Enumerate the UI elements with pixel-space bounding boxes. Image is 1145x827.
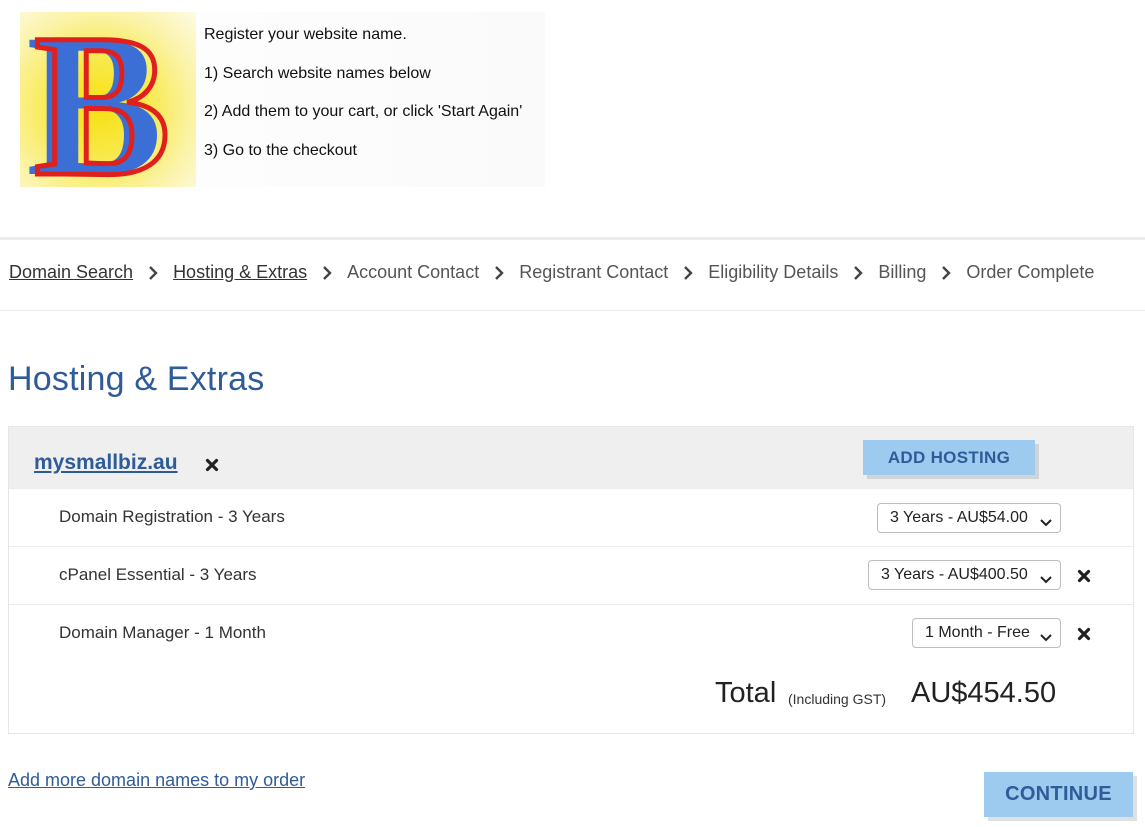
page-title: Hosting & Extras <box>8 360 265 398</box>
order-item-row: cPanel Essential - 3 Years 3 Years - AU$… <box>9 546 1133 604</box>
breadcrumb-account-contact: Account Contact <box>347 262 480 282</box>
term-select-value: 1 Month - Free <box>925 624 1030 641</box>
site-banner: B B Register your website name. 1) Searc… <box>20 12 545 187</box>
breadcrumb-billing: Billing <box>878 262 927 282</box>
chevron-right-icon <box>926 262 966 283</box>
banner-instructions: Register your website name. 1) Search we… <box>204 26 522 180</box>
order-item-label: Domain Manager - 1 Month <box>59 623 266 643</box>
breadcrumb-eligibility-details: Eligibility Details <box>708 262 839 282</box>
order-item-row: Domain Manager - 1 Month 1 Month - Free <box>9 604 1133 662</box>
chevron-down-icon <box>1040 629 1052 647</box>
chevron-down-icon <box>1040 514 1052 532</box>
chevron-right-icon <box>307 262 347 283</box>
term-select-value: 3 Years - AU$54.00 <box>890 509 1028 526</box>
breadcrumb: Domain Search Hosting & Extras Account C… <box>9 262 1094 283</box>
banner-line: 3) Go to the checkout <box>204 141 357 159</box>
chevron-down-icon <box>1040 571 1052 589</box>
breadcrumb-order-complete: Order Complete <box>966 262 1095 282</box>
remove-item-icon[interactable] <box>1077 627 1091 641</box>
item-separator: - <box>189 623 205 642</box>
item-term: 3 Years <box>228 507 285 526</box>
banner-line: Register your website name. <box>204 26 407 43</box>
domain-header: mysmallbiz.au ADD HOSTING <box>9 427 1133 488</box>
remove-item-icon[interactable] <box>1077 569 1091 583</box>
order-item-row: Domain Registration - 3 Years 3 Years - … <box>9 488 1133 546</box>
continue-button[interactable]: CONTINUE <box>984 772 1133 817</box>
item-name: Domain Manager <box>59 623 190 642</box>
item-term: 1 Month <box>204 623 266 642</box>
domain-name-link[interactable]: mysmallbiz.au <box>34 451 178 475</box>
add-more-domains-link[interactable]: Add more domain names to my order <box>8 770 305 791</box>
item-separator: - <box>213 507 229 526</box>
chevron-right-icon <box>668 262 708 283</box>
item-name: Domain Registration <box>59 507 214 526</box>
breadcrumb-domain-search[interactable]: Domain Search <box>9 262 133 283</box>
term-select[interactable]: 3 Years - AU$400.50 <box>868 560 1061 590</box>
remove-domain-icon[interactable] <box>205 458 219 472</box>
divider <box>0 310 1145 311</box>
logo-letter-b-icon: B B <box>26 12 173 187</box>
chevron-right-icon <box>838 262 878 283</box>
divider <box>0 237 1145 240</box>
banner-line: 2) Add them to your cart, or click 'Star… <box>204 103 523 120</box>
item-separator: - <box>184 565 200 584</box>
term-select-value: 3 Years - AU$400.50 <box>881 566 1028 583</box>
total-amount: AU$454.50 <box>911 677 1057 709</box>
chevron-right-icon <box>479 262 519 283</box>
breadcrumb-registrant-contact: Registrant Contact <box>519 262 669 282</box>
item-name: cPanel Essential <box>59 565 185 584</box>
order-panel: mysmallbiz.au ADD HOSTING Domain Registr… <box>8 426 1134 734</box>
total-label: Total <box>715 677 777 709</box>
order-item-label: cPanel Essential - 3 Years <box>59 565 257 585</box>
banner-line: 1) Search website names below <box>204 64 431 82</box>
term-select[interactable]: 1 Month - Free <box>912 618 1061 648</box>
order-item-label: Domain Registration - 3 Years <box>59 507 285 527</box>
breadcrumb-hosting-extras[interactable]: Hosting & Extras <box>173 262 307 283</box>
add-hosting-button[interactable]: ADD HOSTING <box>863 440 1035 475</box>
total-gst-note: (Including GST) <box>788 691 887 707</box>
logo: B B <box>20 12 196 187</box>
chevron-right-icon <box>133 262 173 283</box>
term-select[interactable]: 3 Years - AU$54.00 <box>877 503 1061 533</box>
item-term: 3 Years <box>199 565 257 584</box>
logo-letter: B <box>34 12 171 187</box>
